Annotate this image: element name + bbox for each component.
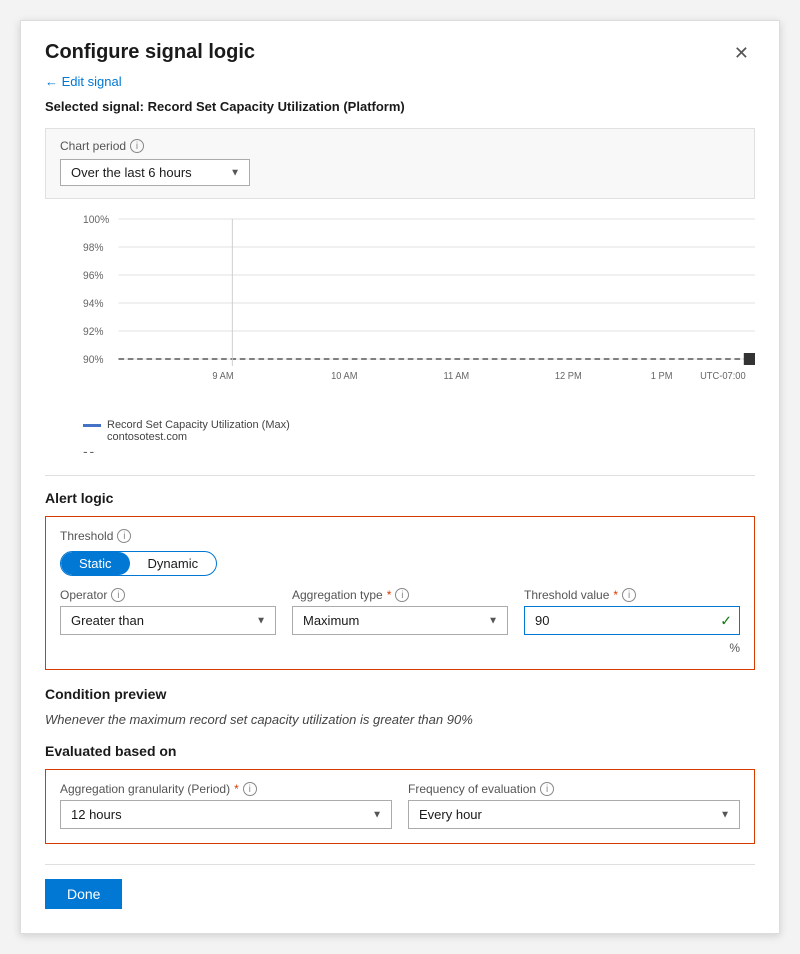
operator-info-icon[interactable]: i	[111, 588, 125, 602]
svg-text:12 PM: 12 PM	[555, 371, 582, 381]
threshold-value-group: Threshold value * i ✓ %	[524, 588, 740, 655]
operator-select[interactable]: Greater than	[60, 606, 276, 635]
divider-1	[45, 475, 755, 476]
frequency-label: Frequency of evaluation i	[408, 782, 740, 796]
condition-preview-title: Condition preview	[45, 686, 755, 702]
alert-logic-box: Threshold i Static Dynamic Operator i	[45, 516, 755, 670]
svg-text:92%: 92%	[83, 326, 104, 338]
aggregation-select[interactable]: Maximum	[292, 606, 508, 635]
divider-2	[45, 864, 755, 865]
operator-label: Operator i	[60, 588, 276, 602]
svg-text:96%: 96%	[83, 270, 104, 282]
percent-label: %	[524, 641, 740, 655]
frequency-select[interactable]: Every hour	[408, 800, 740, 829]
toggle-static-button[interactable]: Static	[61, 552, 130, 575]
chart-period-section: Chart period i Over the last 6 hours ▼	[45, 128, 755, 199]
aggregation-required-star: *	[387, 588, 392, 602]
granularity-group: Aggregation granularity (Period) * i 12 …	[60, 782, 392, 829]
evaluated-red-box: Aggregation granularity (Period) * i 12 …	[45, 769, 755, 844]
threshold-value-info-icon[interactable]: i	[622, 588, 636, 602]
legend-item-capacity: Record Set Capacity Utilization (Max)	[83, 419, 755, 431]
granularity-select[interactable]: 12 hours	[60, 800, 392, 829]
granularity-label: Aggregation granularity (Period) * i	[60, 782, 392, 796]
svg-text:1 PM: 1 PM	[651, 371, 673, 381]
granularity-select-wrapper: 12 hours ▼	[60, 800, 392, 829]
aggregation-select-wrapper: Maximum ▼	[292, 606, 508, 635]
operator-group: Operator i Greater than ▼	[60, 588, 276, 635]
chart-legend: Record Set Capacity Utilization (Max) co…	[83, 419, 755, 459]
panel-header: Configure signal logic ✕	[45, 41, 755, 66]
eval-row: Aggregation granularity (Period) * i 12 …	[60, 782, 740, 829]
alert-logic-title: Alert logic	[45, 490, 755, 506]
alert-logic-section: Alert logic Threshold i Static Dynamic O…	[45, 490, 755, 844]
threshold-value-label: Threshold value * i	[524, 588, 740, 602]
selected-signal-label: Selected signal: Record Set Capacity Uti…	[45, 99, 755, 114]
chart-svg: 100% 98% 96% 94% 92% 90% 9 AM 10 AM 11 A…	[83, 211, 755, 381]
threshold-check-icon: ✓	[720, 612, 732, 629]
alert-logic-form-row: Operator i Greater than ▼ Aggregation ty…	[60, 588, 740, 655]
granularity-info-icon[interactable]: i	[243, 782, 257, 796]
aggregation-group: Aggregation type * i Maximum ▼	[292, 588, 508, 635]
legend-item-dashes: - -	[83, 443, 755, 459]
toggle-dynamic-button[interactable]: Dynamic	[130, 552, 217, 575]
threshold-label: Threshold i	[60, 529, 740, 543]
edit-signal-link[interactable]: ← Edit signal	[45, 74, 122, 89]
condition-preview-text: Whenever the maximum record set capacity…	[45, 712, 755, 727]
threshold-toggle[interactable]: Static Dynamic	[60, 551, 217, 576]
frequency-select-wrapper: Every hour ▼	[408, 800, 740, 829]
threshold-required-star: *	[613, 588, 618, 602]
evaluated-based-on-section: Evaluated based on Aggregation granulari…	[45, 743, 755, 844]
svg-text:9 AM: 9 AM	[212, 371, 233, 381]
aggregation-info-icon[interactable]: i	[395, 588, 409, 602]
configure-signal-logic-panel: Configure signal logic ✕ ← Edit signal S…	[20, 20, 780, 934]
done-button[interactable]: Done	[45, 879, 122, 909]
svg-text:100%: 100%	[83, 214, 110, 226]
svg-text:98%: 98%	[83, 242, 104, 254]
operator-select-wrapper: Greater than ▼	[60, 606, 276, 635]
frequency-group: Frequency of evaluation i Every hour ▼	[408, 782, 740, 829]
legend-item-domain: contosotest.com	[83, 431, 755, 443]
evaluated-title: Evaluated based on	[45, 743, 755, 759]
svg-text:10 AM: 10 AM	[331, 371, 357, 381]
chart-period-select[interactable]: Over the last 6 hours	[60, 159, 250, 186]
frequency-info-icon[interactable]: i	[540, 782, 554, 796]
svg-text:UTC-07:00: UTC-07:00	[700, 371, 746, 381]
svg-text:90%: 90%	[83, 354, 104, 366]
chart-area: 100% 98% 96% 94% 92% 90% 9 AM 10 AM 11 A…	[45, 211, 755, 411]
chart-period-select-wrapper: Over the last 6 hours ▼	[60, 159, 250, 186]
legend-color-bar	[83, 424, 101, 427]
threshold-info-icon[interactable]: i	[117, 529, 131, 543]
aggregation-label: Aggregation type * i	[292, 588, 508, 602]
chart-period-label: Chart period i	[60, 139, 740, 153]
granularity-required-star: *	[234, 782, 239, 796]
panel-title: Configure signal logic	[45, 41, 255, 64]
svg-text:94%: 94%	[83, 298, 104, 310]
close-button[interactable]: ✕	[728, 41, 755, 66]
chart-period-info-icon[interactable]: i	[130, 139, 144, 153]
threshold-value-wrapper: ✓	[524, 606, 740, 635]
threshold-value-input[interactable]	[524, 606, 740, 635]
svg-text:11 AM: 11 AM	[443, 371, 469, 381]
condition-preview-section: Condition preview Whenever the maximum r…	[45, 686, 755, 727]
